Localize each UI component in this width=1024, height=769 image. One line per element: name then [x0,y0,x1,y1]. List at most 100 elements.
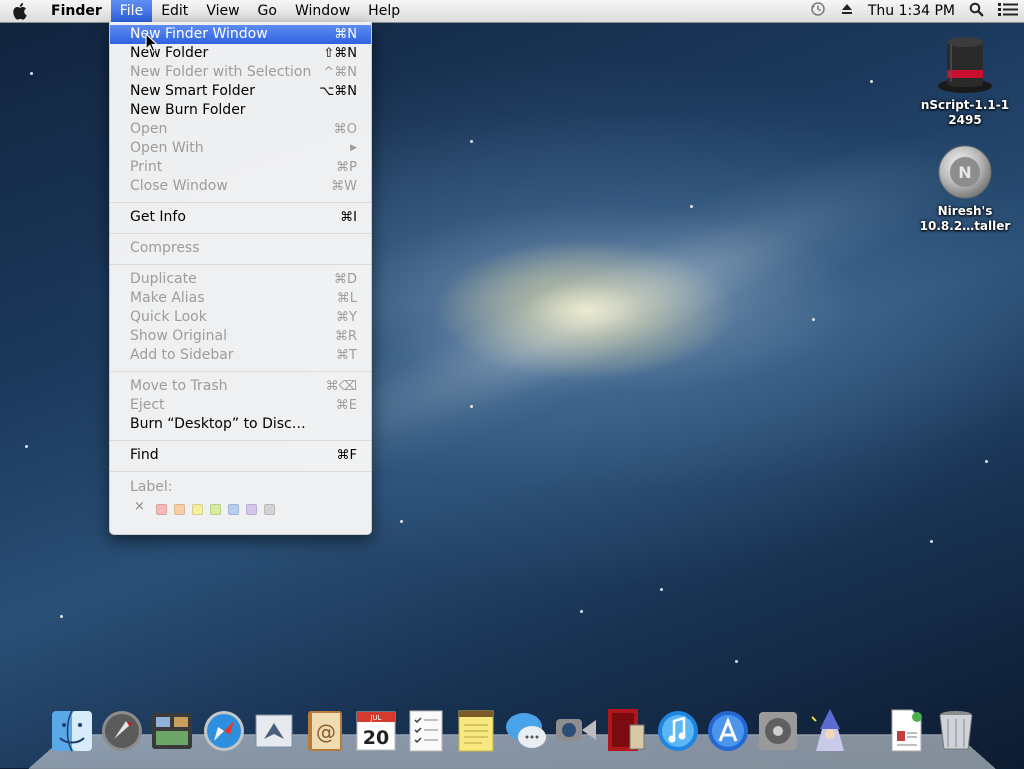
menu-item-get-info[interactable]: Get Info ⌘I [110,208,371,227]
launchpad-icon[interactable] [100,707,144,753]
menu-item-label: Make Alias [130,290,205,306]
star [470,140,473,143]
menu-item-new-folder-with-selection: New Folder with Selection ^⌘N [110,63,371,82]
reminders-icon[interactable] [404,707,448,753]
menu-item-open: Open ⌘O [110,120,371,139]
mission-control-icon[interactable] [150,707,194,753]
desktop-icon-nscript[interactable]: nScript-1.1-1 2495 [915,32,1015,128]
menu-item-shortcut: ⌘W [331,179,357,194]
document-icon[interactable] [884,707,928,753]
menu-go[interactable]: Go [249,0,286,22]
wizard-icon[interactable] [808,707,852,753]
star [470,405,473,408]
file-menu-dropdown: New Finder Window ⌘N New Folder ⇧⌘N New … [109,22,372,535]
desktop-icon-label: nScript-1.1-1 [920,98,1010,112]
menu-item-duplicate: Duplicate ⌘D [110,270,371,289]
menu-item-label: Print [130,159,163,175]
notes-icon[interactable] [454,707,498,753]
finder-icon[interactable] [50,707,94,753]
app-store-icon[interactable] [706,707,750,753]
menu-item-compress: Compress [110,239,371,258]
facetime-icon[interactable] [554,707,598,753]
menu-item-label: New Burn Folder [130,102,246,118]
menu-item-make-alias: Make Alias ⌘L [110,289,371,308]
menu-separator [110,233,371,234]
menu-item-label: Label: [130,479,173,495]
calendar-day: 20 [363,727,389,749]
mouse-pointer-icon [145,33,159,53]
label-section-title: Label: [110,478,371,497]
eject-icon[interactable] [840,2,854,20]
label-yellow-swatch[interactable] [192,504,203,515]
clock[interactable]: Thu 1:34 PM [868,3,955,19]
menu-item-label: Duplicate [130,271,197,287]
contacts-icon[interactable]: @ [302,707,346,753]
menu-help[interactable]: Help [359,0,409,22]
trash-icon[interactable] [934,707,978,753]
menu-item-new-burn-folder[interactable]: New Burn Folder [110,101,371,120]
star [660,588,663,591]
menu-item-quick-look: Quick Look ⌘Y [110,308,371,327]
menu-item-label: Eject [130,397,165,413]
time-machine-icon[interactable] [810,1,826,21]
menu-item-new-smart-folder[interactable]: New Smart Folder ⌥⌘N [110,82,371,101]
apple-icon[interactable] [0,0,42,22]
label-clear-button[interactable]: × [134,499,145,514]
label-orange-swatch[interactable] [174,504,185,515]
menu-edit[interactable]: Edit [152,0,197,22]
label-green-swatch[interactable] [210,504,221,515]
menu-item-show-original: Show Original ⌘R [110,327,371,346]
photo-booth-icon[interactable] [604,707,648,753]
menu-item-add-to-sidebar: Add to Sidebar ⌘T [110,346,371,365]
menu-item-label: Add to Sidebar [130,347,234,363]
menu-item-shortcut: ⌘P [336,160,357,175]
menu-item-label: Open With [130,140,204,156]
svg-text:@: @ [316,720,336,744]
menu-separator [110,264,371,265]
menu-item-label: Quick Look [130,309,207,325]
system-preferences-icon[interactable] [756,707,800,753]
menu-window[interactable]: Window [286,0,359,22]
menu-file[interactable]: File [110,0,153,22]
menu-item-shortcut: ⌥⌘N [319,84,357,99]
desktop-icon-label: 2495 [948,113,982,127]
menu-separator [110,371,371,372]
spotlight-icon[interactable] [969,2,984,21]
star [25,445,28,448]
mail-icon[interactable] [252,707,296,753]
menu-finder[interactable]: Finder [42,0,111,22]
desktop-icon-niresh-installer[interactable]: N Niresh's 10.8.2…taller [915,144,1015,234]
safari-icon[interactable] [202,707,246,753]
menu-item-label: New Folder with Selection [130,64,312,80]
menu-item-burn-desktop[interactable]: Burn “Desktop” to Disc… [110,415,371,434]
menu-item-shortcut: ⌘O [333,122,357,137]
label-red-swatch[interactable] [156,504,167,515]
desktop-icon-label: Niresh's [937,204,993,218]
star [812,318,815,321]
menu-item-close-window: Close Window ⌘W [110,177,371,196]
menu-separator [110,202,371,203]
menu-item-shortcut: ⌘F [336,448,357,463]
notification-center-icon[interactable] [998,2,1018,21]
star [985,460,988,463]
menu-item-shortcut: ⇧⌘N [323,46,357,61]
svg-text:N: N [958,163,971,182]
menu-item-label: Compress [130,240,200,256]
label-purple-swatch[interactable] [246,504,257,515]
menu-separator [110,471,371,472]
submenu-arrow-icon: ▶ [350,143,357,153]
menu-item-find[interactable]: Find ⌘F [110,446,371,465]
label-blue-swatch[interactable] [228,504,239,515]
itunes-icon[interactable] [656,707,700,753]
menu-view[interactable]: View [197,0,248,22]
menu-item-shortcut: ⌘D [333,272,357,287]
menu-item-print: Print ⌘P [110,158,371,177]
calendar-icon[interactable]: JUL 20 [354,707,398,753]
menu-item-label: Get Info [130,209,186,225]
menu-bar: Finder File Edit View Go Window Help Thu… [0,0,1024,23]
menu-item-label: Find [130,447,159,463]
menu-item-shortcut: ⌘L [336,291,357,306]
messages-icon[interactable] [504,707,548,753]
star [870,80,873,83]
label-gray-swatch[interactable] [264,504,275,515]
